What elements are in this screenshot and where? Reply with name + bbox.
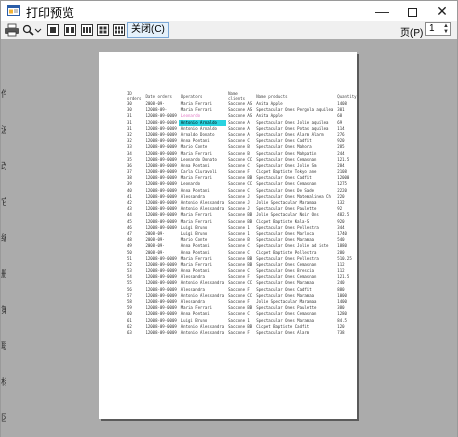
column-header: Name products	[256, 93, 288, 99]
title-bar[interactable]: 打印预览 — ✕	[1, 1, 457, 21]
clipped-background-char: 改	[1, 161, 6, 171]
clipped-background-char: 件	[1, 89, 6, 99]
six-pages-icon[interactable]	[112, 23, 126, 37]
page-number-stepper[interactable]: 1 ▲ ▼	[425, 22, 451, 36]
one-page-icon[interactable]	[46, 23, 60, 37]
three-pages-icon[interactable]	[80, 23, 94, 37]
print-icon[interactable]	[4, 23, 20, 37]
close-preview-button[interactable]: 关闭(C)	[127, 22, 169, 38]
column-header: Name clients	[228, 91, 245, 101]
zoom-icon[interactable]	[22, 23, 34, 37]
report-table: ID orders Date orders Operators Name cli…	[125, 91, 359, 336]
chevron-down-icon[interactable]	[34, 23, 42, 37]
clipped-background-char: 它	[1, 197, 6, 207]
page-label: 页(P)	[400, 28, 424, 39]
table-cell: 63	[127, 329, 132, 335]
toolbar: 关闭(C) 页(P) 1 ▲ ▼	[1, 21, 457, 39]
table-cell: 12008-09-0009	[145, 329, 177, 335]
column-header: Quantity	[337, 93, 357, 99]
window-title: 打印预览	[26, 6, 75, 20]
clipped-background-char: 删	[1, 269, 6, 279]
print-preview-app-icon	[7, 5, 20, 16]
report-body: 30 2008-09- Maria Ferrari Saccone AS Anita A…	[125, 101, 359, 336]
clipped-background-char: 波	[1, 125, 6, 135]
close-window-button[interactable]: ✕	[427, 1, 457, 21]
table-cell: Saccone F	[228, 329, 250, 335]
four-pages-icon[interactable]	[96, 23, 110, 37]
preview-page: ID orders Date orders Operators Name cli…	[99, 52, 357, 419]
clipped-background-char: 第	[1, 305, 6, 315]
table-cell: Spectacular Ones Alarm	[256, 329, 310, 335]
minimize-icon: —	[375, 3, 389, 19]
preview-area[interactable]: ID orders Date orders Operators Name cli…	[1, 39, 457, 437]
clipped-background-char: 联	[1, 341, 6, 351]
table-row: 63 12008-09-0009 Antonio Alessandra Saccone…	[125, 330, 359, 336]
column-header: Operators	[180, 93, 203, 99]
minimize-button[interactable]: —	[367, 1, 397, 21]
table-cell: 738	[337, 329, 345, 335]
maximize-button[interactable]	[397, 1, 427, 21]
clipped-background-char: 标	[1, 377, 6, 387]
report-header-row: ID orders Date orders Operators Name cli…	[125, 91, 359, 101]
two-pages-icon[interactable]	[63, 23, 77, 37]
table-cell: Antonio Alessandra	[180, 329, 225, 335]
column-header: ID orders	[127, 91, 142, 101]
print-preview-window: 打印预览 — ✕ 关闭(C) 页(P) 1 ▲ ▼ ID orders Date…	[0, 0, 458, 437]
left-edge-strip: 件波改它编删第联标区	[1, 39, 6, 437]
spin-down-icon[interactable]: ▼	[442, 29, 450, 35]
clipped-background-char: 编	[1, 233, 6, 243]
page-number-value: 1	[429, 23, 435, 34]
maximize-icon	[407, 7, 417, 17]
clipped-background-char: 区	[1, 413, 6, 423]
column-header: Date orders	[145, 93, 172, 99]
close-icon: ✕	[436, 3, 448, 19]
